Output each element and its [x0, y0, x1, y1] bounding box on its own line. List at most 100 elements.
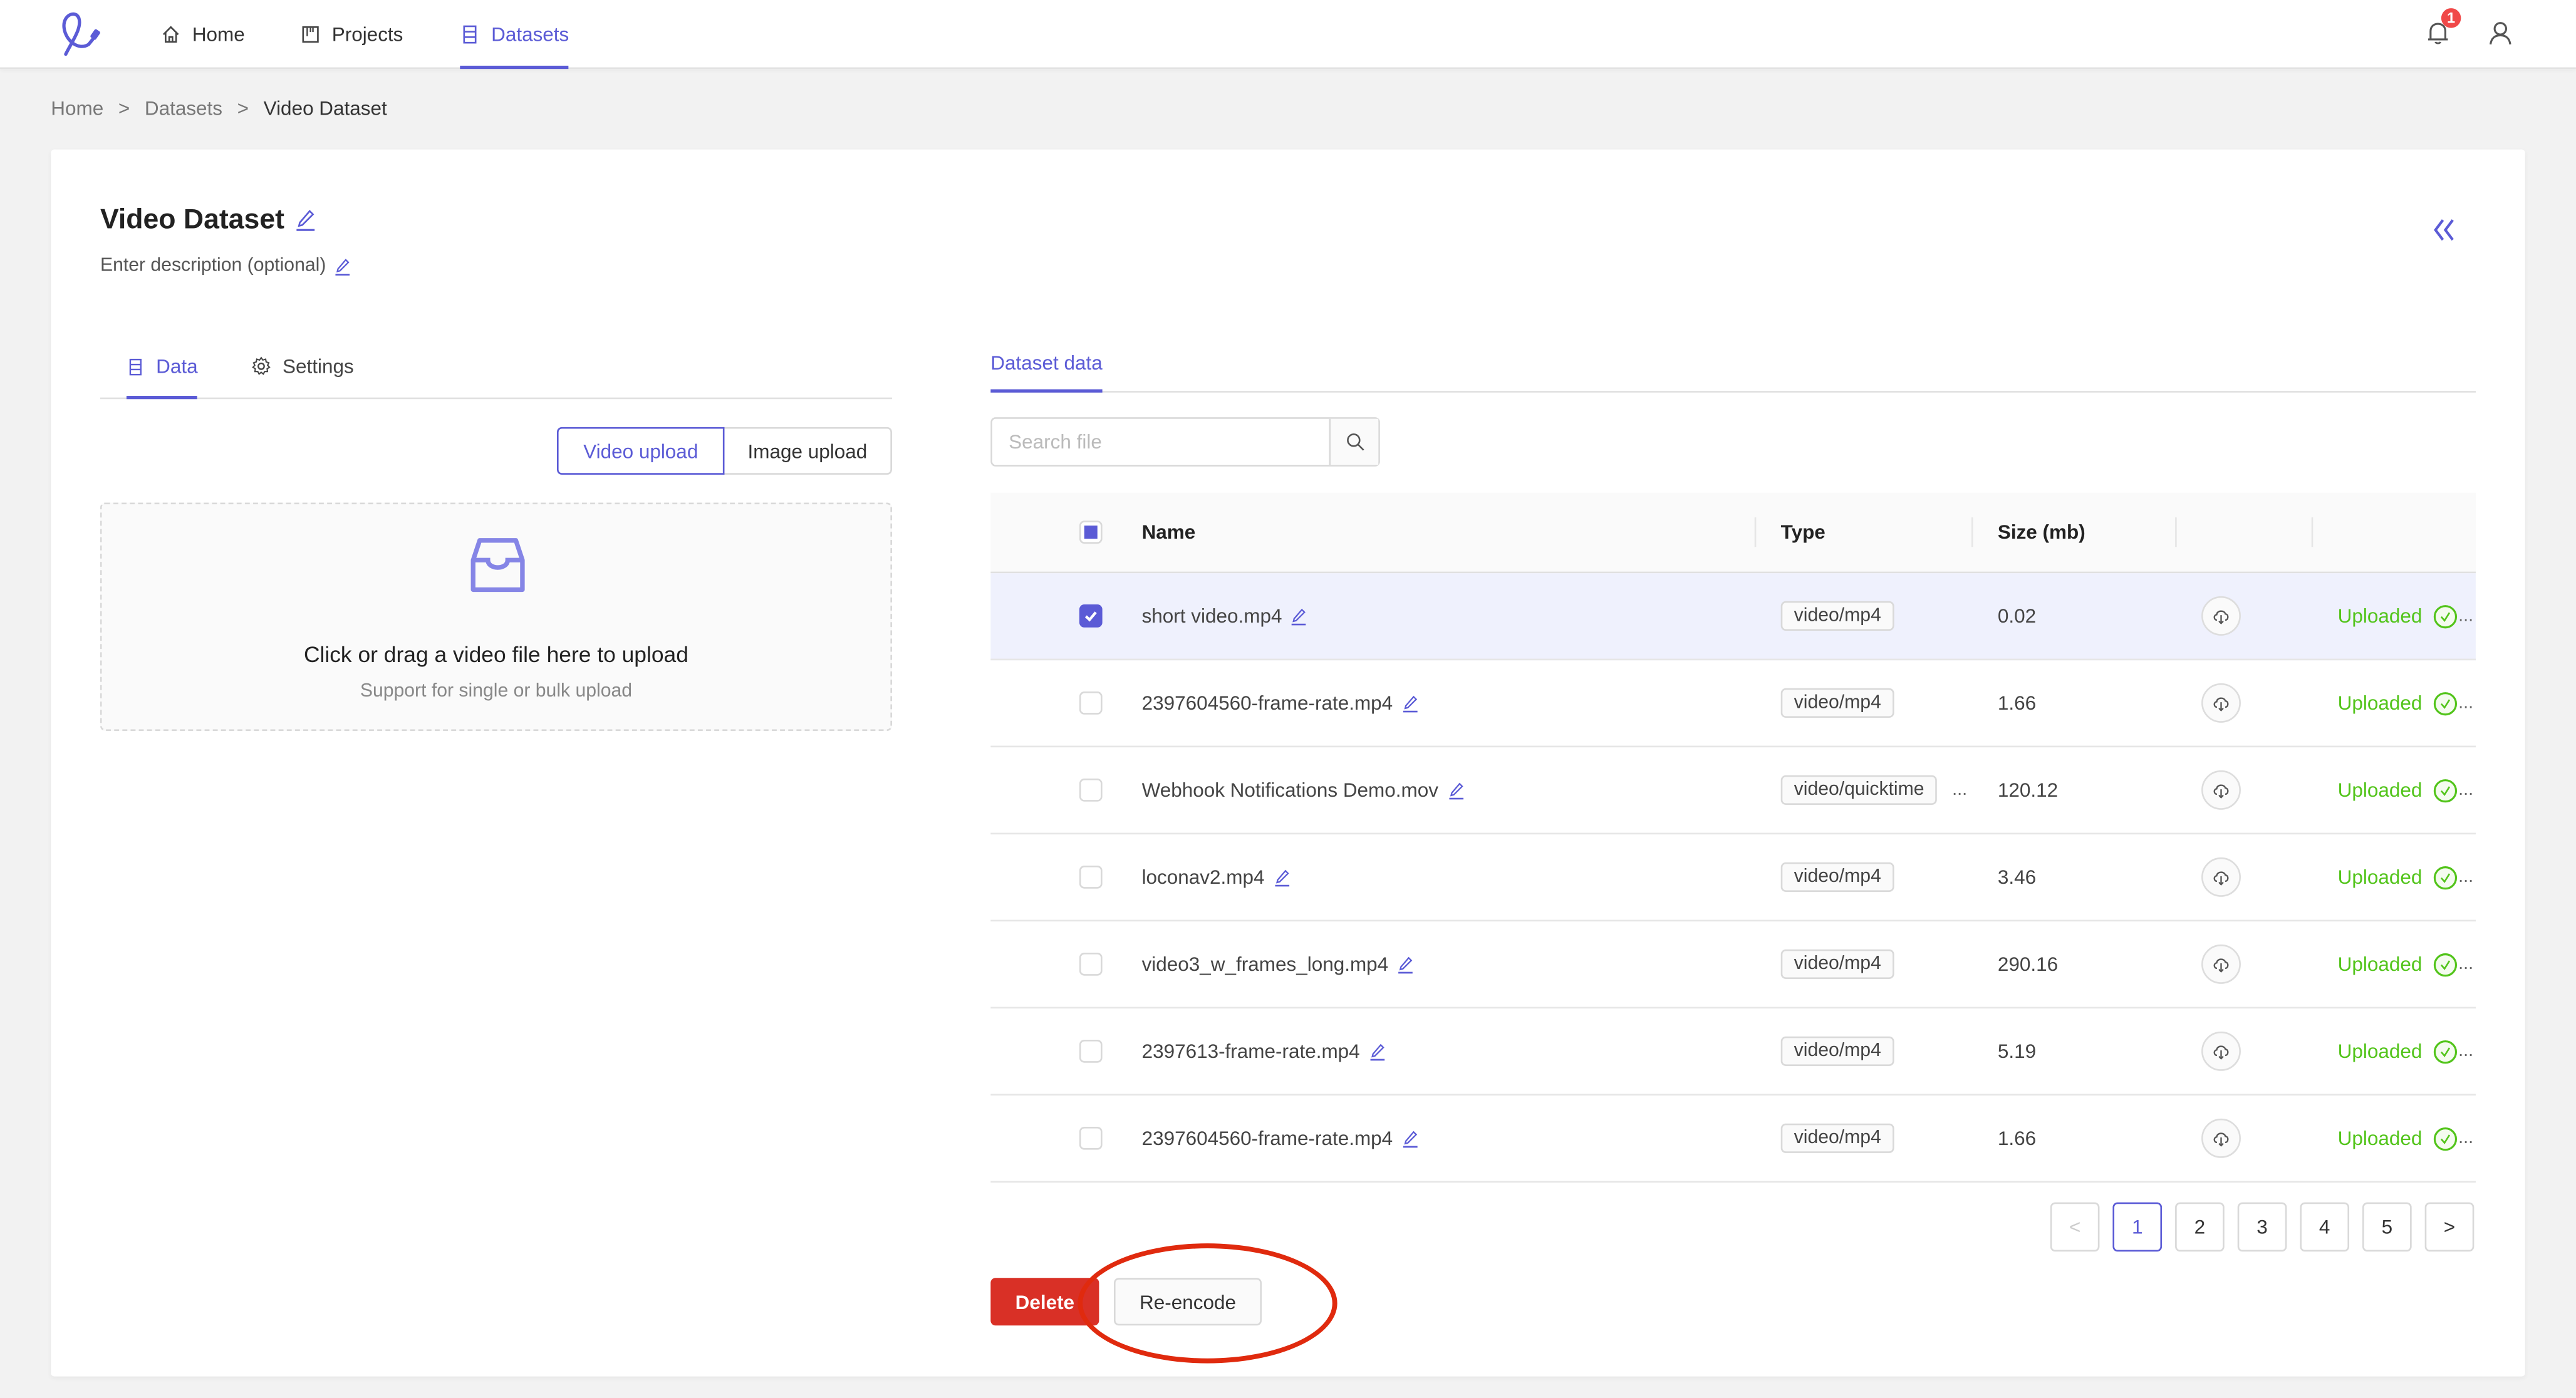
download-button[interactable] — [2201, 857, 2241, 897]
select-all-cell — [1079, 493, 1103, 572]
upload-status: Uploaded ... — [2338, 1126, 2473, 1151]
status-overflow-ellipsis: ... — [2458, 780, 2474, 800]
edit-file-name-icon[interactable] — [1368, 1042, 1386, 1060]
upload-status: Uploaded ... — [2338, 1039, 2473, 1064]
edit-file-name-icon[interactable] — [1291, 607, 1309, 625]
image-upload-toggle[interactable]: Image upload — [722, 427, 892, 475]
file-type-tag: video/quicktime — [1780, 775, 1938, 805]
video-upload-toggle[interactable]: Video upload — [556, 427, 725, 475]
breadcrumb: Home > Datasets > Video Dataset — [51, 97, 387, 120]
status-text: Uploaded — [2337, 866, 2423, 889]
upload-status: Uploaded ... — [2338, 691, 2473, 715]
download-button[interactable] — [2201, 596, 2241, 636]
edit-file-name-icon[interactable] — [1446, 781, 1465, 799]
download-button[interactable] — [2201, 1031, 2241, 1071]
download-button[interactable] — [2201, 683, 2241, 723]
file-name-cell: video3_w_frames_long.mp4 — [1142, 921, 1415, 1007]
file-type-tag: video/mp4 — [1780, 949, 1894, 979]
tab-dataset-data[interactable]: Dataset data — [990, 335, 1103, 393]
file-size: 5.19 — [1997, 1039, 2037, 1063]
table-row[interactable]: 2397613-frame-rate.mp4 video/mp4 5.19 Up… — [990, 1008, 2476, 1096]
cloud-download-icon — [2213, 871, 2229, 886]
select-all-checkbox[interactable] — [1079, 520, 1103, 544]
notification-badge: 1 — [2441, 8, 2461, 28]
table-row[interactable]: video3_w_frames_long.mp4 video/mp4 290.1… — [990, 921, 2476, 1009]
download-cell — [2201, 1008, 2241, 1094]
nav-home[interactable]: Home — [161, 0, 245, 68]
edit-file-name-icon[interactable] — [1273, 868, 1291, 886]
left-tabs: Data Settings — [100, 335, 892, 400]
user-profile-icon[interactable] — [2486, 18, 2515, 48]
column-header-size[interactable]: Size (mb) — [1998, 493, 2085, 572]
download-button[interactable] — [2201, 944, 2241, 984]
row-select-cell — [1079, 1008, 1103, 1094]
table-row[interactable]: short video.mp4 video/mp4 0.02 Uploaded … — [990, 573, 2476, 661]
column-separator — [1754, 517, 1757, 547]
tab-dataset-data-label: Dataset data — [990, 351, 1103, 375]
pagination-next[interactable]: > — [2424, 1202, 2475, 1252]
status-text: Uploaded — [2337, 1039, 2423, 1063]
row-checkbox[interactable] — [1079, 952, 1103, 976]
row-checkbox[interactable] — [1079, 779, 1103, 802]
app-logo-icon[interactable] — [56, 11, 108, 57]
table-row[interactable]: loconav2.mp4 video/mp4 3.46 Uploaded ... — [990, 834, 2476, 922]
table-row[interactable]: Webhook Notifications Demo.mov video/qui… — [990, 747, 2476, 835]
tab-settings[interactable]: Settings — [251, 335, 354, 398]
edit-file-name-icon[interactable] — [1401, 694, 1419, 712]
row-checkbox[interactable] — [1079, 1126, 1103, 1150]
file-type-tag: video/mp4 — [1780, 862, 1894, 892]
tab-data[interactable]: Data — [126, 335, 199, 400]
download-cell — [2201, 834, 2241, 919]
download-button[interactable] — [2201, 1118, 2241, 1158]
dataset-card: Video Dataset Enter description (optiona… — [51, 149, 2525, 1377]
check-circle-icon — [2434, 778, 2458, 802]
file-name-cell: Webhook Notifications Demo.mov — [1142, 747, 1465, 832]
dropzone-subtitle: Support for single or bulk upload — [360, 681, 633, 702]
nav-projects[interactable]: Projects — [301, 0, 403, 68]
edit-description-icon[interactable] — [334, 257, 352, 275]
search-button[interactable] — [1329, 418, 1379, 465]
table-row[interactable]: 2397604560-frame-rate.mp4 video/mp4 1.66… — [990, 1095, 2476, 1183]
file-size-cell: 120.12 — [1998, 747, 2058, 832]
file-size-cell: 1.66 — [1998, 660, 2036, 745]
column-header-name[interactable]: Name — [1142, 493, 1196, 572]
search-icon — [1346, 433, 1364, 451]
status-text: Uploaded — [2337, 604, 2423, 628]
file-name: short video.mp4 — [1141, 604, 1282, 628]
pagination-page-4[interactable]: 4 — [2300, 1202, 2350, 1252]
table-row[interactable]: 2397604560-frame-rate.mp4 video/mp4 1.66… — [990, 660, 2476, 748]
cloud-download-icon — [2213, 697, 2229, 712]
breadcrumb-datasets[interactable]: Datasets — [145, 97, 222, 120]
edit-file-name-icon[interactable] — [1401, 1129, 1419, 1147]
column-header-type[interactable]: Type — [1781, 493, 1826, 572]
reencode-button[interactable]: Re-encode — [1113, 1278, 1262, 1326]
pagination-prev[interactable]: < — [2050, 1202, 2100, 1252]
edit-title-icon[interactable] — [294, 209, 318, 232]
image-upload-label: Image upload — [747, 439, 868, 463]
collapse-panel-icon[interactable] — [2430, 215, 2459, 245]
row-checkbox[interactable] — [1079, 866, 1103, 889]
edit-file-name-icon[interactable] — [1396, 955, 1415, 973]
check-circle-icon — [2434, 604, 2458, 628]
pagination-page-2[interactable]: 2 — [2175, 1202, 2225, 1252]
pagination-page-5[interactable]: 5 — [2362, 1202, 2412, 1252]
row-checkbox[interactable] — [1079, 604, 1103, 628]
cloud-download-icon — [2213, 1045, 2229, 1060]
status-cell: Uploaded ... — [2338, 573, 2473, 658]
pagination-page-3[interactable]: 3 — [2237, 1202, 2287, 1252]
upload-status: Uploaded ... — [2338, 952, 2473, 976]
row-checkbox[interactable] — [1079, 691, 1103, 715]
nav-datasets[interactable]: Datasets — [460, 0, 570, 70]
delete-button[interactable]: Delete — [990, 1278, 1099, 1326]
nav-datasets-label: Datasets — [491, 22, 569, 46]
breadcrumb-home[interactable]: Home — [51, 97, 103, 120]
row-checkbox[interactable] — [1079, 1039, 1103, 1063]
pagination-page-1[interactable]: 1 — [2112, 1202, 2163, 1252]
download-button[interactable] — [2201, 770, 2241, 810]
check-circle-icon — [2434, 952, 2458, 976]
status-cell: Uploaded ... — [2338, 747, 2473, 832]
upload-dropzone[interactable]: Click or drag a video file here to uploa… — [100, 502, 892, 731]
check-circle-icon — [2434, 1039, 2458, 1063]
column-separator — [1971, 517, 1973, 547]
search-file-input[interactable] — [992, 418, 1329, 465]
